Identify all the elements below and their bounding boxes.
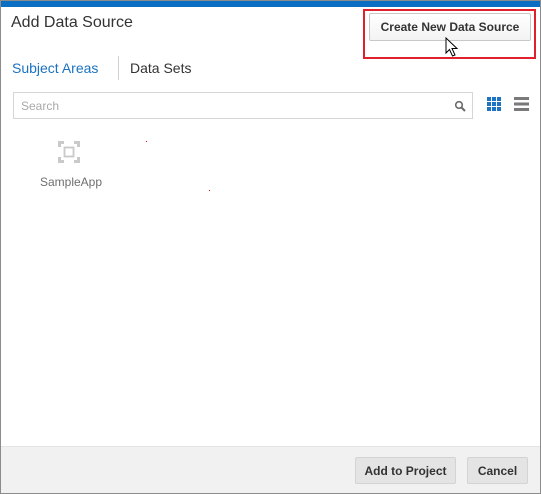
dialog-accent-bar xyxy=(1,1,540,7)
subject-area-label: SampleApp xyxy=(39,175,103,189)
search-icon[interactable] xyxy=(454,100,466,112)
list-view-icon[interactable] xyxy=(514,97,529,111)
add-to-project-button[interactable]: Add to Project xyxy=(355,457,456,484)
tab-divider xyxy=(118,56,119,80)
search-box xyxy=(13,92,473,119)
artifact-dot xyxy=(146,141,147,142)
tab-subject-areas[interactable]: Subject Areas xyxy=(12,60,98,76)
search-input[interactable] xyxy=(21,93,441,118)
cancel-button[interactable]: Cancel xyxy=(467,457,528,484)
artifact-dot xyxy=(209,190,210,191)
grid-view-icon[interactable] xyxy=(487,97,501,111)
add-data-source-dialog: Add Data Source Create New Data Source S… xyxy=(0,0,541,494)
subject-area-icon xyxy=(58,141,80,163)
dialog-title: Add Data Source xyxy=(11,14,133,31)
tab-data-sets[interactable]: Data Sets xyxy=(130,60,191,76)
mouse-pointer-icon xyxy=(445,37,459,57)
dialog-footer: Add to Project Cancel xyxy=(1,446,540,493)
subject-area-tile[interactable]: SampleApp xyxy=(31,137,111,193)
